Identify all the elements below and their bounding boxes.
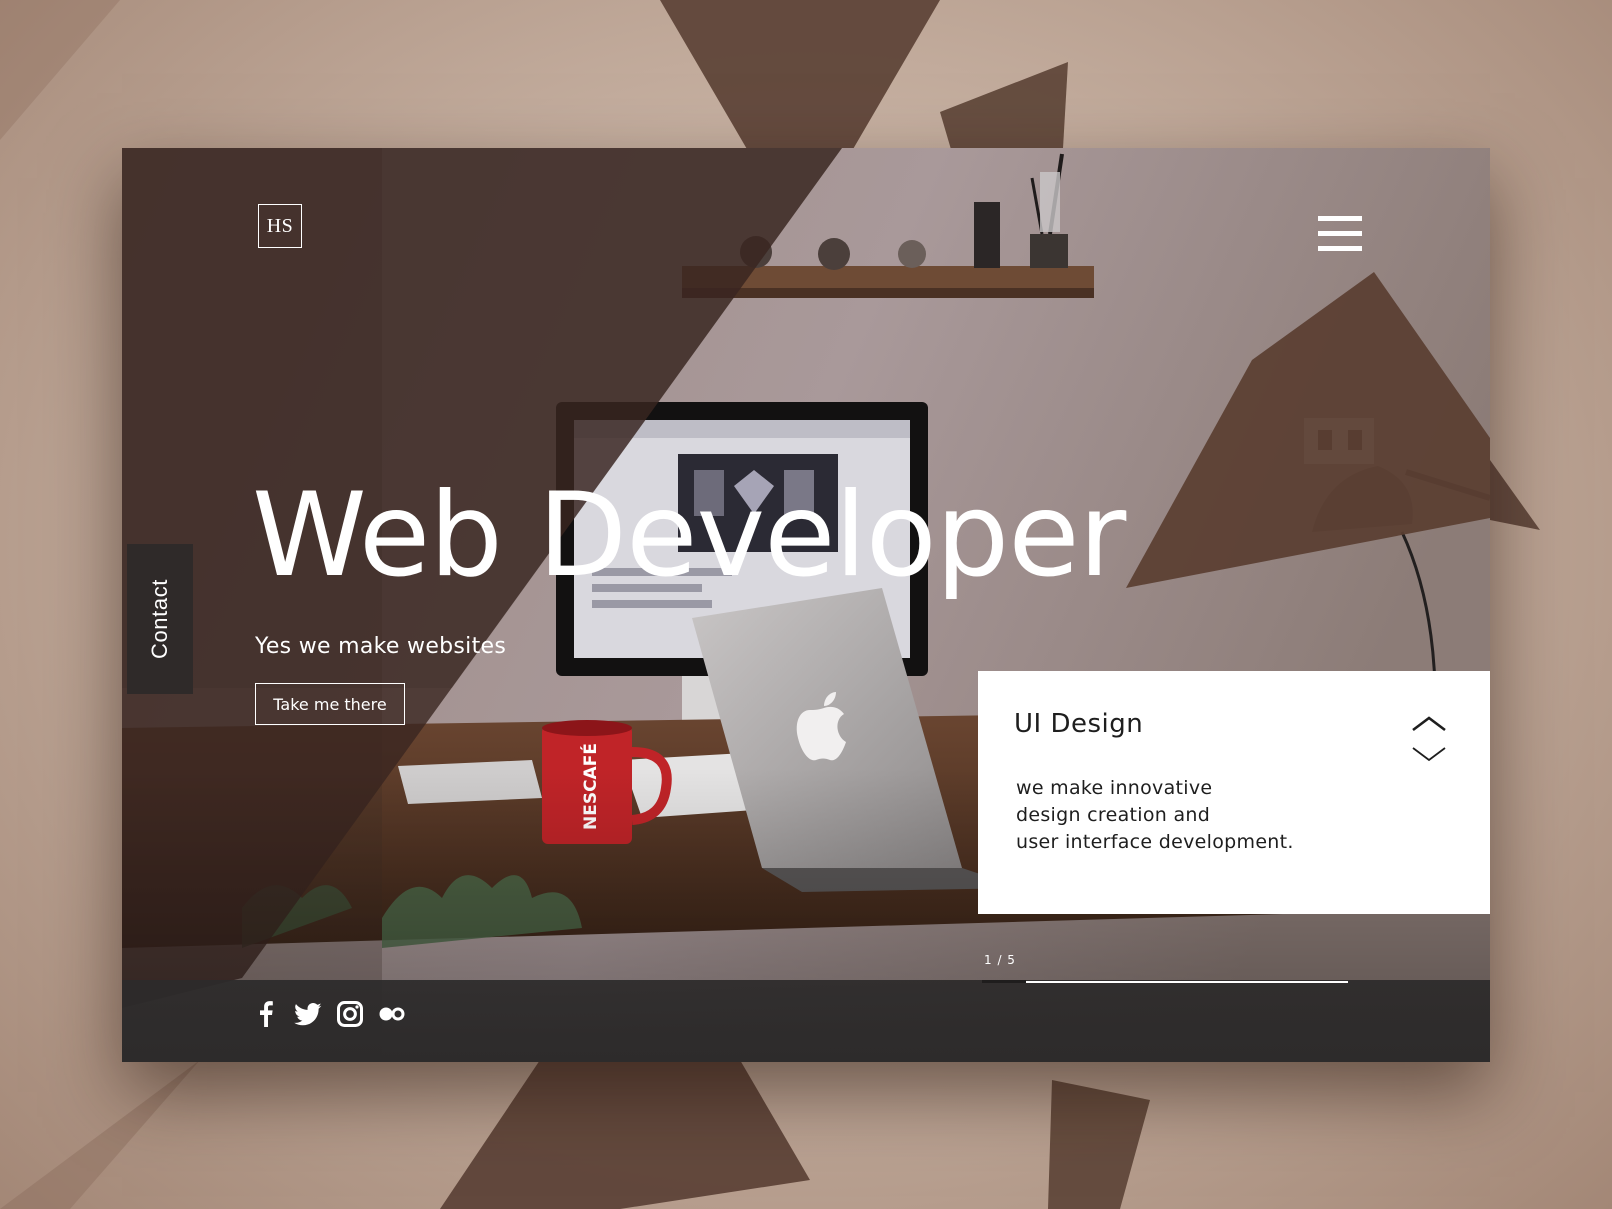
social-links [252, 1000, 406, 1028]
hero-card: NESCAFÉ HS Contact Web Developer Yes we … [122, 148, 1490, 1062]
chevron-down-icon[interactable] [1410, 745, 1448, 763]
logo[interactable]: HS [258, 204, 302, 248]
hero-background-image: NESCAFÉ [122, 148, 1490, 1062]
slide-description-line: design creation and [1016, 804, 1211, 826]
slide-description-line: we make innovative [1016, 777, 1213, 799]
slide-progress-track[interactable] [982, 980, 1348, 983]
facebook-icon[interactable] [252, 1000, 280, 1028]
hamburger-icon[interactable] [1318, 216, 1362, 252]
take-me-there-button[interactable]: Take me there [255, 683, 405, 725]
slide-description: we make innovative design creation and u… [1016, 775, 1294, 856]
slide-description-line: user interface development. [1016, 831, 1294, 853]
logo-text: HS [266, 214, 294, 237]
menu-bar [1318, 216, 1362, 221]
contact-label: Contact [147, 578, 172, 660]
contact-tab[interactable]: Contact [127, 544, 193, 694]
slide-progress-fill [982, 980, 1026, 983]
twitter-icon[interactable] [294, 1000, 322, 1028]
menu-bar [1318, 231, 1362, 236]
flickr-icon[interactable] [378, 1000, 406, 1028]
hero-subtitle: Yes we make websites [255, 634, 507, 659]
slide-title: UI Design [1014, 709, 1144, 739]
menu-bar [1318, 246, 1362, 251]
hero-title: Web Developer [252, 468, 1126, 603]
instagram-icon[interactable] [336, 1000, 364, 1028]
slide-counter: 1 / 5 [984, 953, 1016, 967]
chevron-up-icon[interactable] [1410, 715, 1448, 733]
slide-info-card: UI Design we make innovative design crea… [978, 671, 1490, 914]
